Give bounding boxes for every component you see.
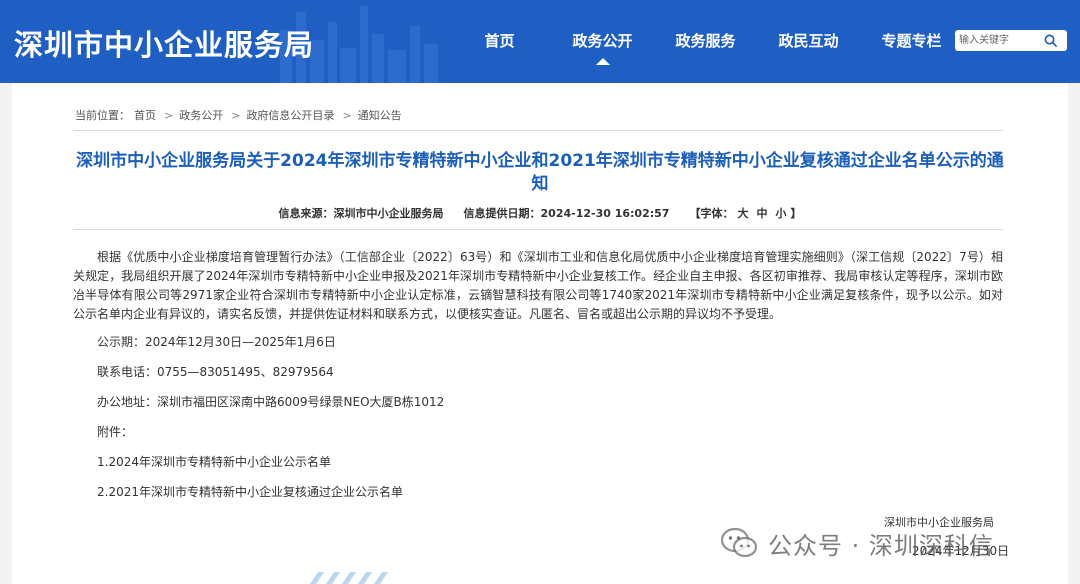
breadcrumb-separator: > xyxy=(231,109,241,122)
font-size-large-button[interactable]: 大 xyxy=(737,207,748,220)
notice-period: 公示期：2024年12月30日—2025年1月6日 xyxy=(97,335,336,349)
breadcrumb: 当前位置： 首页 > 政务公开 > 政府信息公开目录 > 通知公告 xyxy=(75,107,406,123)
font-size-label: 【字体： xyxy=(689,207,734,220)
breadcrumb-prefix: 当前位置： xyxy=(75,109,130,122)
nav-public-interaction[interactable]: 政民互动 xyxy=(757,0,860,83)
main-nav: 首页 政务公开 政务服务 政民互动 专题专栏 xyxy=(448,0,963,83)
article-meta: 信息来源：深圳市中小企业服务局 信息提供日期：2024-12-30 16:02:5… xyxy=(0,205,1080,221)
wechat-icon xyxy=(720,527,758,558)
site-header: 深圳市中小企业服务局 首页 政务公开 政务服务 政民互动 专题专栏 xyxy=(0,0,1080,83)
breadcrumb-item-info-directory[interactable]: 政府信息公开目录 xyxy=(246,109,334,122)
breadcrumb-separator: > xyxy=(342,109,352,122)
font-size-small-button[interactable]: 小 xyxy=(775,207,786,220)
search-icon[interactable] xyxy=(1044,34,1057,47)
date-label: 信息提供日期： xyxy=(463,207,541,220)
breadcrumb-separator: > xyxy=(164,109,174,122)
footer-decoration xyxy=(310,572,388,584)
font-size-bracket: 】 xyxy=(790,207,802,220)
search-box xyxy=(955,30,1067,51)
divider xyxy=(73,229,1003,230)
breadcrumb-item-home[interactable]: 首页 xyxy=(134,109,156,122)
divider xyxy=(73,130,1003,131)
date-value: 2024-12-30 16:02:57 xyxy=(540,207,670,220)
attachment-link-1[interactable]: 1.2024年深圳市专精特新中小企业公示名单 xyxy=(97,453,331,470)
site-title[interactable]: 深圳市中小企业服务局 xyxy=(14,22,314,64)
nav-government-services[interactable]: 政务服务 xyxy=(654,0,757,83)
watermark-text: 公众号 · 深圳深科信 xyxy=(768,531,994,560)
attachments-label: 附件： xyxy=(97,425,134,439)
contact-phone: 联系电话：0755—83051495、82979564 xyxy=(97,365,334,379)
breadcrumb-item-notices[interactable]: 通知公告 xyxy=(358,109,402,122)
source-label: 信息来源： xyxy=(278,207,334,220)
search-input[interactable] xyxy=(959,32,1041,49)
font-size-medium-button[interactable]: 中 xyxy=(756,207,767,220)
article-title: 深圳市中小企业服务局关于2024年深圳市专精特新中小企业和2021年深圳市专精特… xyxy=(76,151,1004,194)
source-value: 深圳市中小企业服务局 xyxy=(333,207,444,220)
nav-special-topics[interactable]: 专题专栏 xyxy=(860,0,963,83)
nav-government-affairs-open[interactable]: 政务公开 xyxy=(551,0,654,83)
wechat-watermark: 公众号 · 深圳深科信 xyxy=(720,523,1060,563)
article-body: 根据《优质中小企业梯度培育管理暂行办法》（工信部企业〔2022〕63号）和《深圳… xyxy=(73,250,1003,321)
attachment-link-2[interactable]: 2.2021年深圳市专精特新中小企业复核通过企业公示名单 xyxy=(97,483,403,500)
office-address: 办公地址：深圳市福田区深南中路6009号绿景NEO大厦B栋1012 xyxy=(97,395,445,409)
nav-home[interactable]: 首页 xyxy=(448,0,551,83)
breadcrumb-item-government-affairs-open[interactable]: 政务公开 xyxy=(179,109,223,122)
